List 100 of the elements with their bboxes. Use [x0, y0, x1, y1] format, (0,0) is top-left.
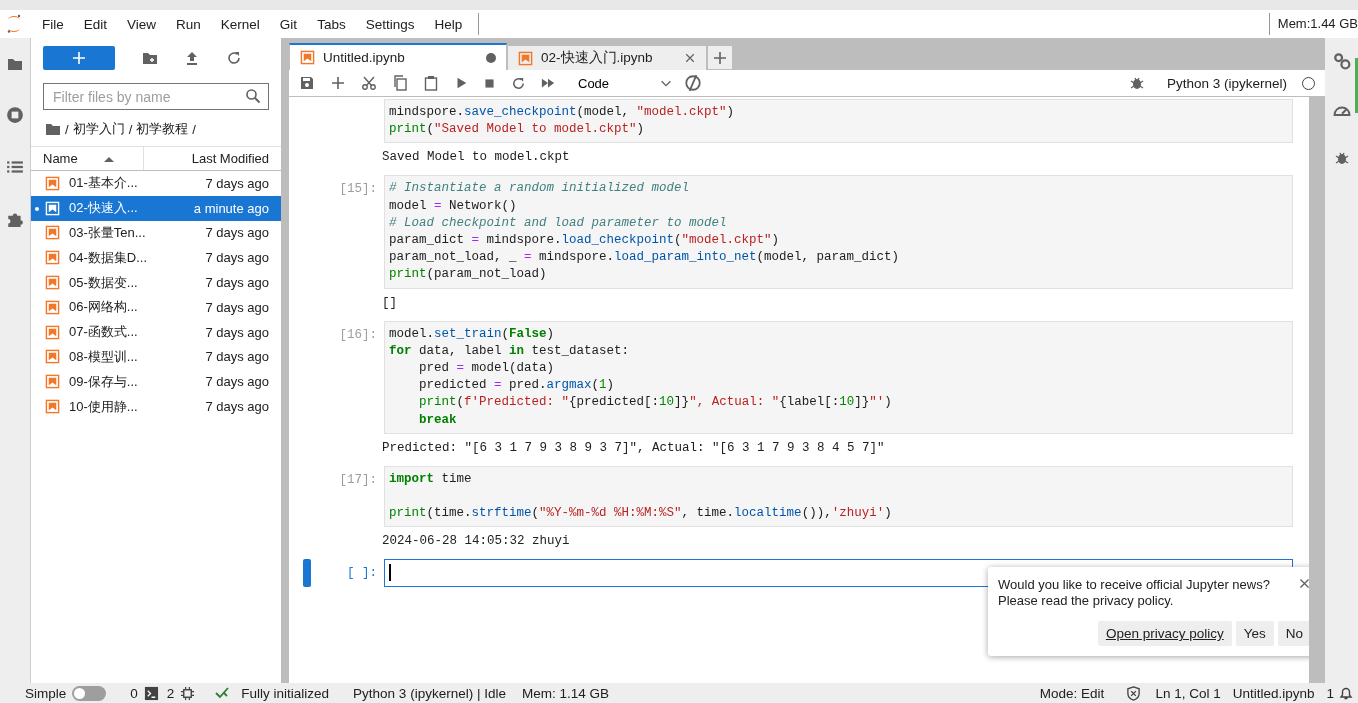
- copy-icon[interactable]: [392, 75, 408, 91]
- menu-item[interactable]: Git: [269, 16, 308, 32]
- code-cell[interactable]: import time print(time.strftime("%Y-%m-%d %H:%M:%S", time.localtime()),'zhuyi'): [384, 465, 1293, 528]
- cell-output: []: [381, 294, 397, 312]
- list-icon[interactable]: [6, 158, 24, 176]
- memory-gauge: [1355, 58, 1358, 113]
- new-folder-icon[interactable]: [142, 50, 158, 66]
- notebook-icon: [45, 299, 60, 315]
- notification-button[interactable]: No: [1277, 621, 1309, 646]
- notification-count[interactable]: 1: [1326, 685, 1334, 701]
- notebook-listing-row[interactable]: 02-快速入... a minute ago: [31, 195, 281, 221]
- memory-indicator: Mem:1.44 GB: [1268, 13, 1358, 35]
- notebook-icon: [518, 50, 533, 66]
- notebook-tab[interactable]: Untitled.ipynb: [289, 43, 507, 70]
- fast-forward-icon[interactable]: [541, 76, 555, 90]
- close-icon[interactable]: [684, 52, 696, 64]
- breadcrumb-item[interactable]: /: [65, 121, 69, 137]
- notification-message: Would you like to receive official Jupyter news? Please read the privacy policy.: [998, 577, 1271, 609]
- file-name: Untitled.ipynb: [1232, 685, 1315, 701]
- menu-item[interactable]: File: [32, 16, 74, 32]
- menu-item[interactable]: Kernel: [210, 16, 270, 32]
- notebook-icon: [45, 349, 60, 365]
- folder-icon[interactable]: [45, 121, 61, 137]
- breadcrumb-item[interactable]: 初学教程: [136, 120, 189, 138]
- search-icon: [245, 88, 261, 104]
- notebook-listing-row[interactable]: 06-网络构... 7 days ago: [31, 295, 281, 320]
- cursor-position[interactable]: Ln 1, Col 1: [1155, 685, 1221, 701]
- editor-mode: Mode: Edit: [1039, 685, 1105, 701]
- notebook-listing-row[interactable]: 05-数据变... 7 days ago: [31, 270, 281, 295]
- bug-icon[interactable]: [1333, 150, 1350, 166]
- breadcrumb-item[interactable]: 初学入门: [72, 120, 125, 138]
- stop-icon[interactable]: [483, 76, 496, 90]
- notebook-listing-row[interactable]: 04-数据集D... 7 days ago: [31, 245, 281, 271]
- new-tab-button[interactable]: [707, 45, 733, 70]
- close-icon[interactable]: [1298, 577, 1309, 590]
- notebook-listing-row[interactable]: 01-基本介... 7 days ago: [31, 171, 281, 196]
- notebook-listing-row[interactable]: 09-保存与... 7 days ago: [31, 369, 281, 395]
- code-cell[interactable]: # Instantiate a random initialized model model = Network() # Load checkpoint and load parameter to model param_dict = mindspore.load_checkpoint("model.ckpt") param_not_load, _ = mindspore.load_param_into_net(model, param_dict) print(param_not_load): [384, 175, 1293, 289]
- sort-ascending-icon: [103, 155, 114, 162]
- plus-icon[interactable]: [712, 49, 728, 66]
- memory-usage: Mem: 1.14 GB: [521, 685, 609, 701]
- save-icon[interactable]: [299, 75, 315, 91]
- privacy-policy-link[interactable]: Open privacy policy: [1097, 621, 1232, 646]
- cell-output: Predicted: "[6 3 1 7 9 3 8 9 3 7]", Actual: "[6 3 1 7 9 3 8 4 5 7]": [381, 439, 885, 457]
- notebook-listing-row[interactable]: 07-函数式... 7 days ago: [31, 319, 281, 345]
- notebook-icon: [300, 50, 315, 65]
- cell-output: Saved Model to model.ckpt: [381, 149, 570, 167]
- notebook-listing-row[interactable]: 10-使用静... 7 days ago: [31, 394, 281, 419]
- code-cell[interactable]: model.set_train(False) for data, label in test_dataset: pred = model(data) predicted = pred.argmax(1) print(f'Predicted: "{predicted[:10]}", Actual: "{label[:10]}"') break: [384, 320, 1293, 434]
- cut-icon[interactable]: [361, 75, 377, 91]
- menu-item[interactable]: Tabs: [307, 16, 356, 32]
- column-header[interactable]: Name: [43, 151, 78, 166]
- breadcrumb-item[interactable]: /: [128, 121, 133, 137]
- column-header[interactable]: Last Modified: [144, 151, 281, 166]
- folder-icon[interactable]: [7, 56, 23, 72]
- notebook-icon: [45, 374, 60, 390]
- status-text: Fully initialized: [241, 685, 330, 701]
- new-launcher-button[interactable]: [43, 46, 115, 70]
- terminal-count[interactable]: 0: [130, 685, 138, 701]
- notification-button[interactable]: Yes: [1235, 621, 1274, 646]
- notebook-icon: [45, 175, 60, 191]
- refresh-icon[interactable]: [226, 50, 242, 66]
- menu-item[interactable]: Run: [166, 16, 211, 32]
- stop-icon[interactable]: [6, 106, 24, 124]
- notebook-icon: [45, 200, 60, 216]
- filter-field[interactable]: Filter files by name: [43, 83, 269, 110]
- menu-item[interactable]: View: [117, 16, 167, 32]
- notebook-icon: [45, 275, 60, 291]
- jupyter-logo-icon[interactable]: [6, 14, 22, 34]
- cell-type-dropdown[interactable]: Code: [578, 75, 674, 91]
- notebook-icon: [45, 250, 60, 266]
- chip-icon[interactable]: [180, 685, 196, 701]
- notebook-listing-row[interactable]: 03-张量Ten... 7 days ago: [31, 220, 281, 246]
- kernel-name[interactable]: Python 3 (ipykernel): [1166, 75, 1287, 91]
- slashed-circle-icon[interactable]: [684, 74, 703, 92]
- status-label: Simple: [25, 685, 67, 701]
- menu-item[interactable]: Settings: [355, 16, 425, 32]
- menu-item[interactable]: Help: [424, 16, 473, 32]
- upload-icon[interactable]: [184, 50, 200, 66]
- kernel-count[interactable]: 2: [166, 685, 175, 701]
- add-icon[interactable]: [330, 75, 346, 91]
- restart-icon[interactable]: [511, 75, 526, 91]
- notebook-icon: [45, 399, 60, 415]
- code-cell[interactable]: mindspore.save_checkpoint(model, "model.ckpt") print("Saved Model to model.ckpt"): [384, 99, 1293, 144]
- cell-output: 2024-06-28 14:05:32 zhuyi: [381, 533, 570, 551]
- simple-mode-toggle[interactable]: [72, 685, 107, 701]
- bell-icon[interactable]: [1338, 685, 1354, 701]
- menu-item[interactable]: Edit: [73, 16, 118, 32]
- notebook-icon: [45, 225, 60, 241]
- notebook-listing-row[interactable]: 08-模型训... 7 days ago: [31, 344, 281, 370]
- notebook-tab[interactable]: 02-快速入门.ipynb: [507, 45, 707, 70]
- shield-icon[interactable]: [1126, 685, 1142, 701]
- cell-prompt: [15]:: [338, 181, 378, 199]
- terminal-icon[interactable]: [143, 685, 159, 701]
- breadcrumb-item[interactable]: /: [192, 121, 196, 137]
- notebook-icon: [45, 324, 60, 340]
- paste-icon[interactable]: [423, 75, 439, 91]
- kernel-status[interactable]: Python 3 (ipykernel) | Idle: [353, 685, 506, 701]
- active-cell-marker: [303, 559, 311, 587]
- debugger-icon[interactable]: [1128, 75, 1145, 91]
